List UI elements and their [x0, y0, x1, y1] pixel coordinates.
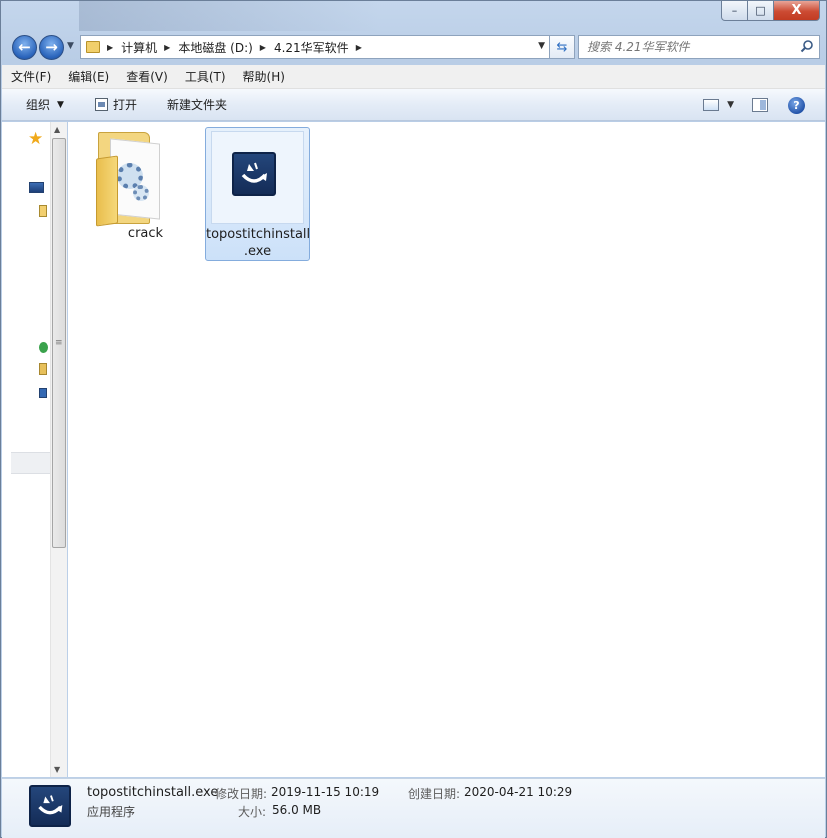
change-view-icon[interactable] — [703, 99, 720, 111]
explorer-window: – □ X ← → ▼ ▶ 计算机 ▶ 本地磁盘 (D:) ▶ 4.21华军软件… — [0, 0, 827, 838]
menu-file[interactable]: 文件(F) — [2, 68, 59, 85]
nav-pane-scrollbar[interactable]: ▲ ≡ ▼ — [50, 122, 67, 777]
details-created-label: 创建日期: — [408, 787, 461, 801]
navigation-row: ← → ▼ ▶ 计算机 ▶ 本地磁盘 (D:) ▶ 4.21华军软件 ▶ ▼ ⇆ — [9, 34, 820, 60]
details-pane: topostitchinstall.exe 应用程序 修改日期: 2019-11… — [2, 778, 825, 838]
details-modified-value: 2019-11-15 10:19 — [271, 785, 380, 799]
file-name: crack — [127, 226, 164, 241]
menu-help[interactable]: 帮助(H) — [234, 68, 293, 85]
address-bar[interactable]: ▶ 计算机 ▶ 本地磁盘 (D:) ▶ 4.21华军软件 ▶ ▼ — [80, 35, 550, 59]
breadcrumb-local-disk[interactable]: 本地磁盘 (D:) — [178, 39, 252, 56]
minimize-button[interactable]: – — [721, 1, 748, 21]
new-folder-label: 新建文件夹 — [166, 98, 227, 112]
search-box[interactable] — [578, 35, 820, 59]
homegroup-icon[interactable] — [39, 342, 48, 353]
menu-bar: 文件(F) 编辑(E) 查看(V) 工具(T) 帮助(H) — [2, 65, 825, 89]
file-name-line2: .exe — [243, 244, 272, 259]
computer-icon[interactable] — [39, 363, 47, 375]
chevron-right-icon[interactable]: ▶ — [260, 43, 266, 52]
refresh-button[interactable]: ⇆ — [550, 35, 575, 59]
forward-button[interactable]: → — [39, 35, 64, 60]
file-list[interactable]: crack topostitchinstall .exe — [68, 122, 825, 777]
details-file-type: 应用程序 — [87, 805, 136, 819]
details-size-value: 56.0 MB — [272, 803, 322, 817]
caption-buttons: – □ X — [721, 1, 820, 21]
back-button[interactable]: ← — [12, 35, 37, 60]
nav-pane-divider — [11, 452, 50, 474]
scroll-up-arrow-icon[interactable]: ▲ — [54, 125, 60, 134]
breadcrumb-current-folder[interactable]: 4.21华军软件 — [274, 39, 349, 56]
organize-label: 组织 — [26, 98, 51, 112]
view-options-dropdown-icon[interactable]: ▼ — [727, 100, 734, 110]
application-icon — [232, 152, 276, 196]
file-name-line1: topostitchinstall — [206, 227, 311, 242]
organize-button[interactable]: 组织 ▼ — [26, 96, 64, 113]
details-file-name: topostitchinstall.exe — [87, 785, 219, 800]
close-button[interactable]: X — [774, 1, 820, 21]
search-icon[interactable] — [800, 39, 814, 53]
menu-edit[interactable]: 编辑(E) — [59, 68, 117, 85]
open-button[interactable]: 打开 — [94, 96, 137, 113]
preview-pane-icon[interactable] — [752, 98, 768, 112]
desktop-icon[interactable] — [29, 182, 44, 193]
help-icon[interactable]: ? — [788, 96, 805, 114]
recent-pages-dropdown-icon[interactable]: ▼ — [67, 41, 74, 51]
file-item-topostitchinstall[interactable]: topostitchinstall .exe — [205, 127, 310, 261]
refresh-icon: ⇆ — [556, 39, 568, 55]
breadcrumb-computer[interactable]: 计算机 — [121, 39, 157, 56]
maximize-button[interactable]: □ — [748, 1, 774, 21]
favorites-star-icon[interactable]: ★ — [28, 131, 43, 148]
details-size-label: 大小: — [238, 805, 267, 819]
chevron-right-icon[interactable]: ▶ — [356, 43, 362, 52]
details-modified-label: 修改日期: — [215, 787, 268, 801]
chevron-right-icon[interactable]: ▶ — [164, 43, 170, 52]
address-dropdown-icon[interactable]: ▼ — [538, 41, 545, 51]
file-name: topostitchinstall .exe — [206, 226, 311, 260]
scrollbar-grip-icon: ≡ — [55, 338, 63, 348]
chevron-right-icon[interactable]: ▶ — [107, 43, 113, 52]
scrollbar-thumb[interactable]: ≡ — [52, 138, 66, 548]
libraries-icon[interactable] — [39, 205, 47, 217]
details-created-value: 2020-04-21 10:29 — [464, 785, 573, 799]
chevron-down-icon: ▼ — [57, 99, 64, 110]
scroll-down-arrow-icon[interactable]: ▼ — [54, 765, 60, 774]
search-input[interactable] — [587, 40, 787, 54]
open-label: 打开 — [112, 98, 137, 112]
menu-tools[interactable]: 工具(T) — [176, 68, 234, 85]
open-icon — [94, 98, 108, 111]
file-item-crack[interactable]: crack — [93, 127, 198, 252]
command-bar-right: ▼ ? — [703, 89, 825, 121]
title-bar-background — [79, 1, 379, 31]
menu-view[interactable]: 查看(V) — [117, 68, 176, 85]
command-bar: 组织 ▼ 打开 新建文件夹 ▼ ? — [2, 89, 825, 121]
application-icon — [29, 785, 71, 827]
network-icon[interactable] — [39, 388, 47, 398]
new-folder-button[interactable]: 新建文件夹 — [167, 96, 227, 113]
folder-icon — [86, 41, 100, 53]
